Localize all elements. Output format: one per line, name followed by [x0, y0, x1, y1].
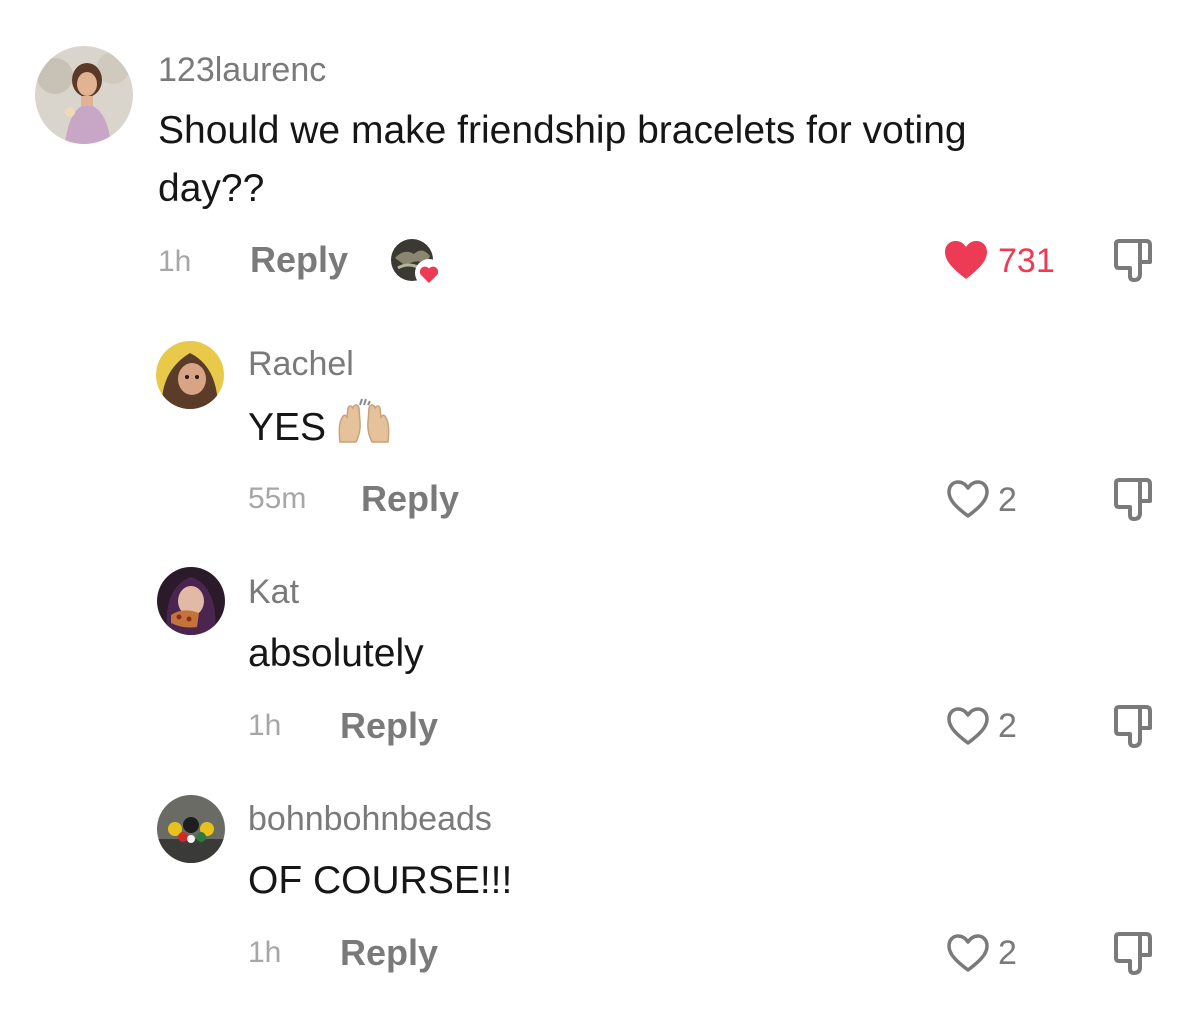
avatar[interactable] — [35, 46, 133, 144]
reply-text: YES — [248, 398, 392, 456]
reply-timestamp: 1h — [248, 936, 282, 969]
comment-text: day?? — [158, 167, 265, 210]
like-count: 2 — [998, 707, 1017, 745]
heart-outline-icon[interactable] — [945, 932, 991, 974]
avatar-photo-icon — [157, 567, 225, 635]
reply-timestamp: 1h — [248, 709, 282, 742]
avatar[interactable] — [156, 341, 224, 409]
comment-username[interactable]: 123laurenc — [158, 50, 326, 90]
avatar[interactable] — [157, 795, 225, 863]
like-count: 2 — [998, 934, 1017, 972]
comment-thread: 123laurenc Should we make friendship bra… — [0, 0, 1200, 1014]
dislike-icon[interactable] — [1112, 238, 1156, 284]
reply-username[interactable]: bohnbohnbeads — [248, 799, 492, 839]
reply-button[interactable]: Reply — [361, 477, 459, 521]
creator-avatar-icon — [391, 239, 443, 287]
heart-outline-icon[interactable] — [945, 478, 991, 520]
avatar-photo-icon — [157, 795, 225, 863]
avatar[interactable] — [157, 567, 225, 635]
creator-liked-badge — [390, 238, 443, 287]
reply-button[interactable]: Reply — [340, 704, 438, 748]
dislike-icon[interactable] — [1112, 704, 1156, 750]
reply-username[interactable]: Rachel — [248, 344, 354, 384]
reply-text: OF COURSE!!! — [248, 859, 513, 902]
avatar-photo-icon — [156, 341, 224, 409]
like-count: 2 — [998, 481, 1017, 519]
like-count: 731 — [998, 242, 1055, 280]
heart-outline-icon[interactable] — [945, 705, 991, 747]
reply-username[interactable]: Kat — [248, 572, 299, 612]
heart-filled-icon[interactable] — [943, 239, 989, 281]
reply-text: absolutely — [248, 632, 424, 675]
dislike-icon[interactable] — [1112, 477, 1156, 523]
reply-text-content: YES — [248, 406, 327, 449]
reply-button[interactable]: Reply — [250, 238, 348, 282]
comment-timestamp: 1h — [158, 245, 192, 278]
raising-hands-icon — [338, 398, 390, 443]
avatar-photo-icon — [35, 46, 133, 144]
reply-button[interactable]: Reply — [340, 931, 438, 975]
dislike-icon[interactable] — [1112, 931, 1156, 977]
comment-text: Should we make friendship bracelets for … — [158, 109, 967, 152]
reply-timestamp: 55m — [248, 482, 307, 515]
